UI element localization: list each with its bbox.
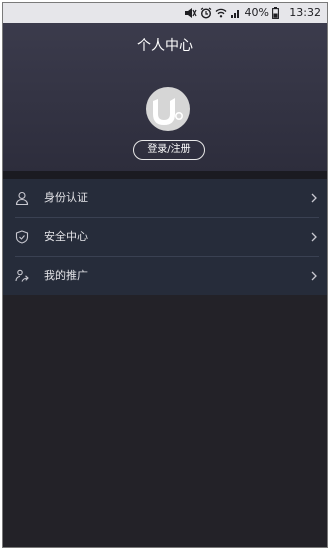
menu-item-my-promotion[interactable]: 我的推广	[3, 257, 327, 295]
user-icon	[15, 191, 29, 205]
avatar[interactable]	[146, 87, 190, 131]
chevron-right-icon	[310, 192, 318, 204]
share-icon	[15, 269, 29, 283]
alarm-icon	[200, 7, 212, 19]
menu-item-identity-verification[interactable]: 身份认证	[3, 179, 327, 217]
battery-percent: 40%	[244, 6, 269, 19]
clock: 13:32	[289, 6, 321, 19]
login-register-button[interactable]: 登录/注册	[133, 140, 205, 160]
status-bar: 40% 13:32	[3, 3, 327, 23]
menu-item-label: 安全中心	[44, 230, 88, 243]
signal-icon	[230, 7, 241, 19]
settings-menu: 身份认证 安全中心 我的推广	[3, 179, 327, 295]
empty-content-area	[3, 295, 327, 547]
app-logo-icon	[153, 98, 183, 125]
status-icons: 40%	[184, 6, 279, 20]
menu-item-security-center[interactable]: 安全中心	[3, 218, 327, 256]
battery-icon	[272, 7, 279, 19]
profile-header: 个人中心 登录/注册	[3, 23, 327, 171]
mute-icon	[184, 7, 197, 19]
chevron-right-icon	[310, 231, 318, 243]
menu-item-label: 我的推广	[44, 269, 88, 282]
menu-item-label: 身份认证	[44, 191, 88, 204]
shield-icon	[15, 230, 29, 244]
app-screen: 40% 13:32 个人中心 登录/注册 身份认证 安全中心 我的推广	[2, 2, 328, 548]
chevron-right-icon	[310, 270, 318, 282]
wifi-icon	[215, 7, 227, 19]
page-title: 个人中心	[137, 38, 193, 54]
section-divider	[3, 171, 327, 179]
